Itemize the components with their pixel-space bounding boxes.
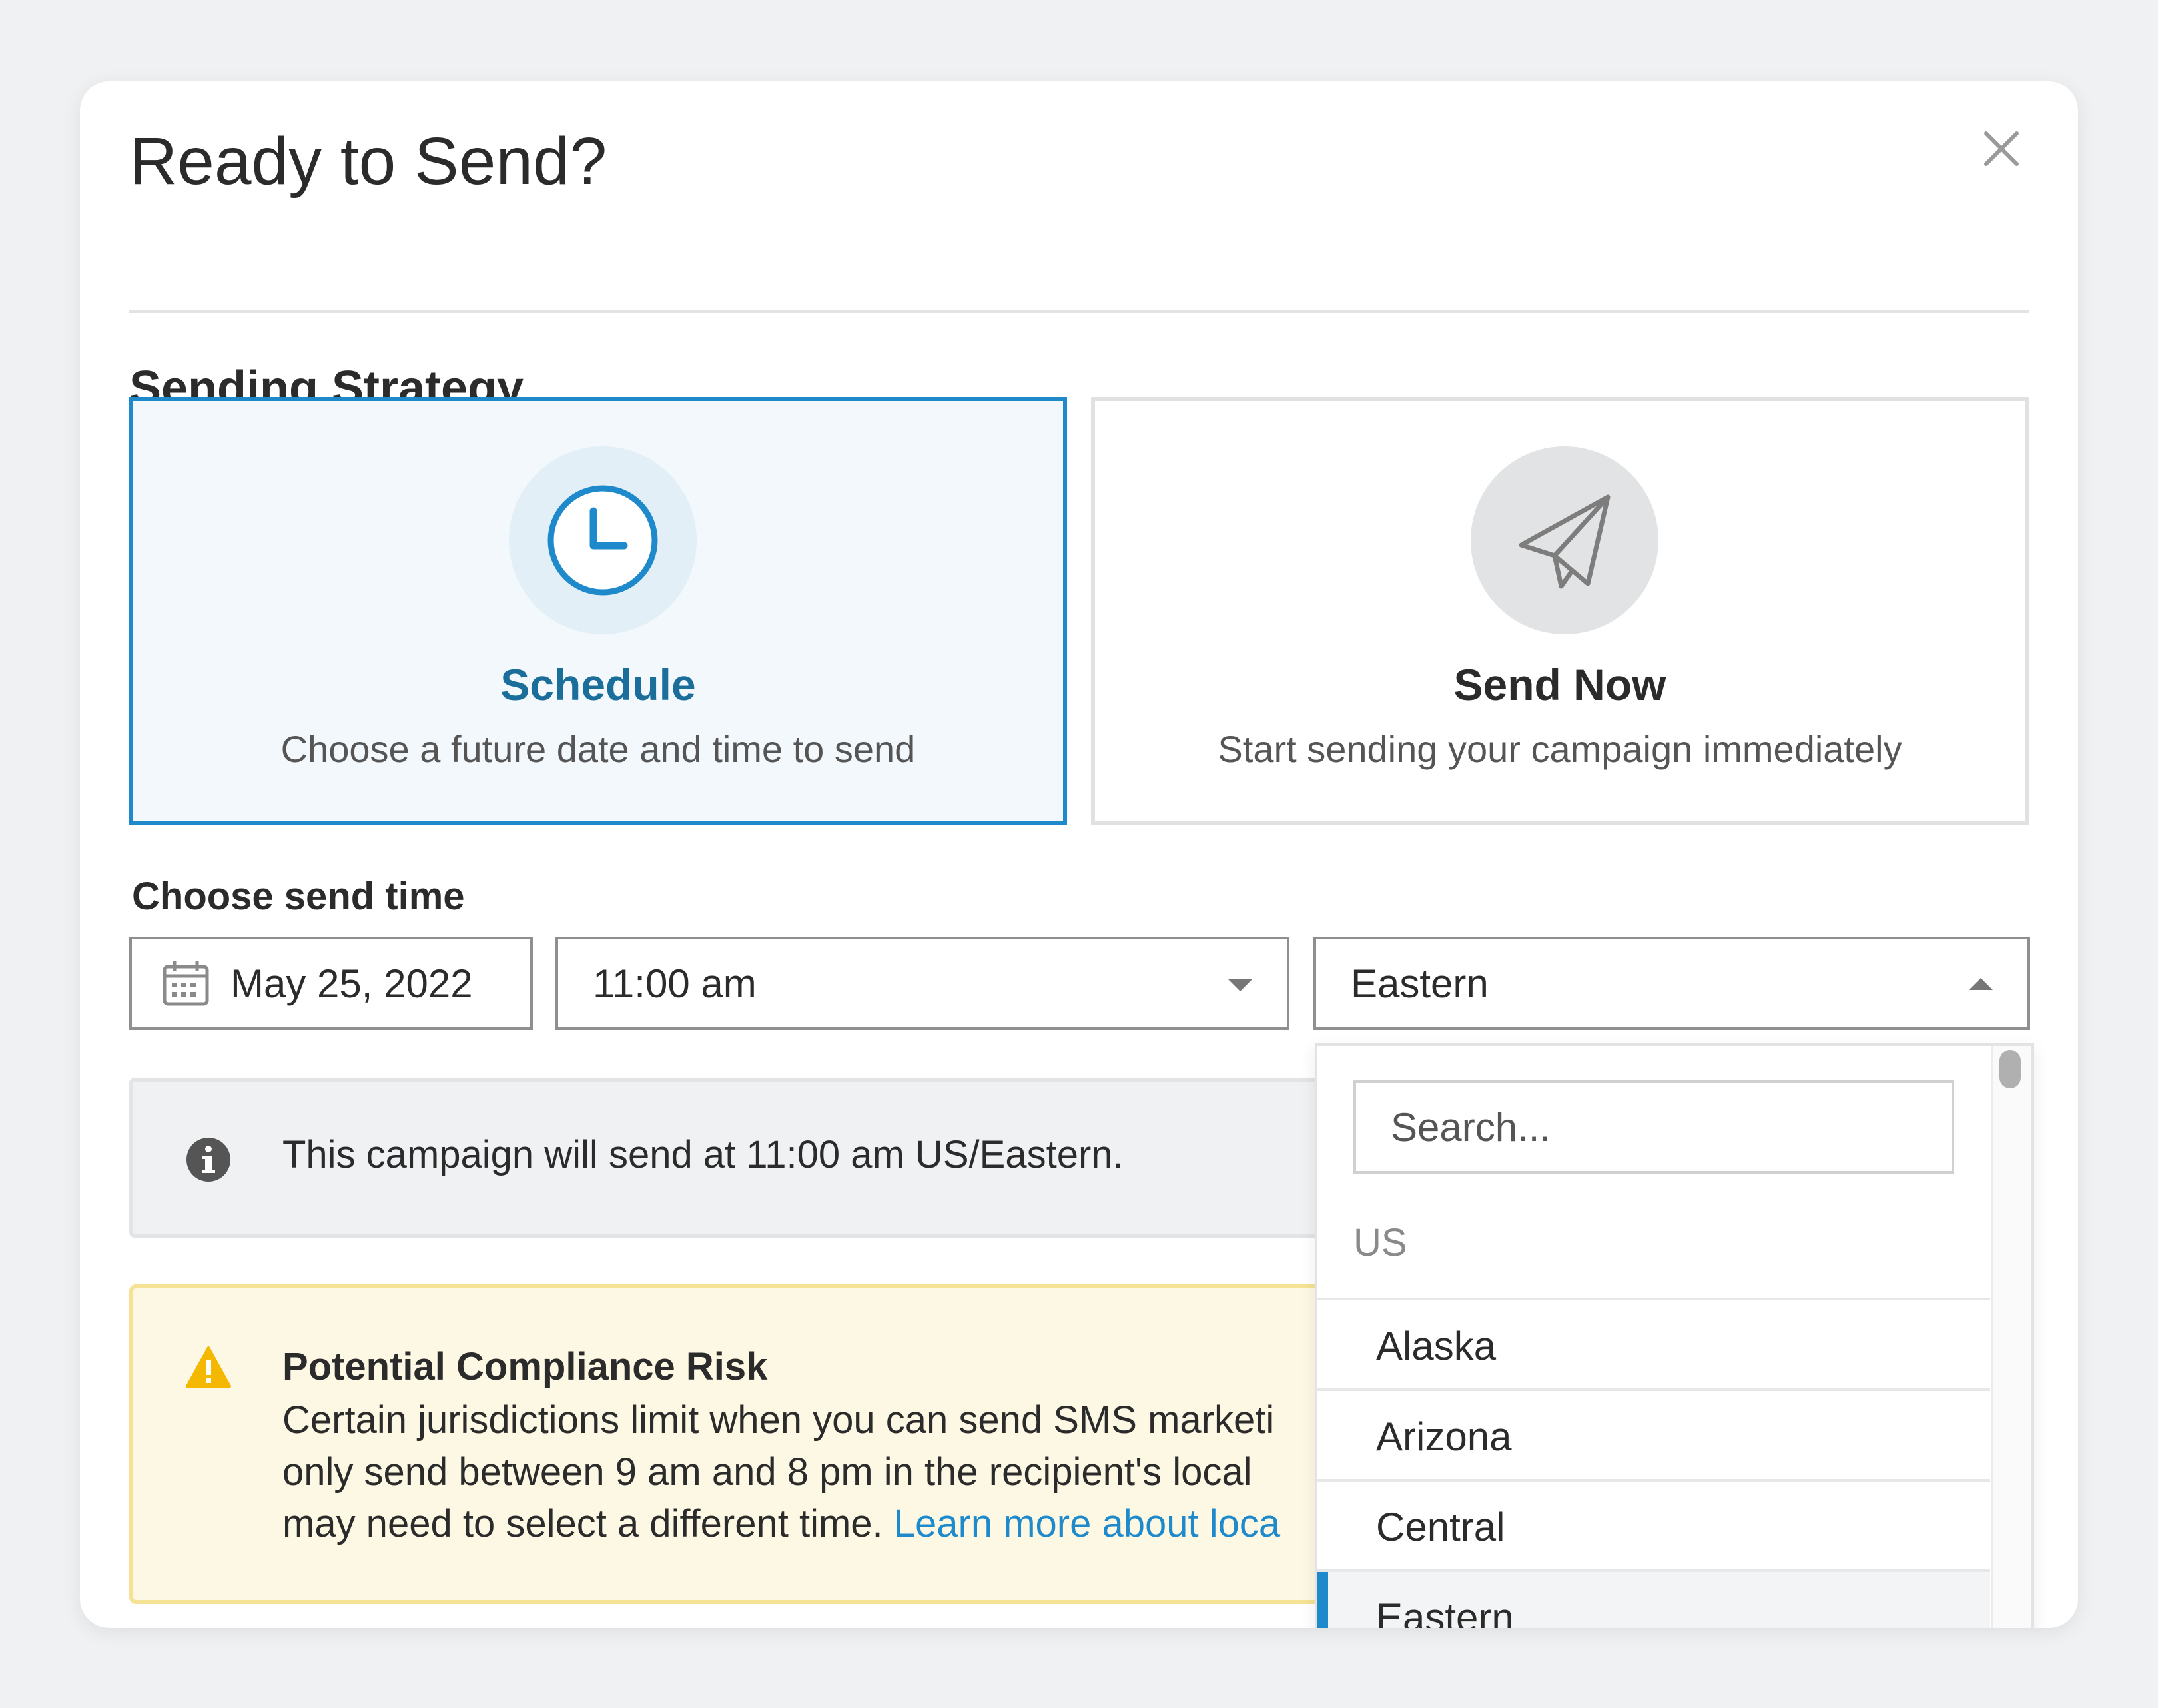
option-label: Central (1376, 1505, 1505, 1549)
timezone-option-arizona[interactable]: Arizona (1317, 1388, 1990, 1479)
option-label: Alaska (1376, 1324, 1497, 1368)
paper-plane-icon (1519, 494, 1611, 589)
timezone-option-eastern[interactable]: Eastern (1317, 1569, 1990, 1628)
timezone-search-input[interactable]: Search... (1353, 1080, 1954, 1174)
time-select[interactable]: 11:00 am (555, 937, 1289, 1030)
schedule-option-card[interactable]: Schedule Choose a future date and time t… (129, 397, 1067, 825)
schedule-option-description: Choose a future date and time to send (280, 728, 916, 770)
search-placeholder: Search... (1391, 1104, 1551, 1150)
send-now-option-description: Start sending your campaign immediately (1218, 728, 1902, 770)
header-divider (129, 310, 2029, 313)
info-banner: This campaign will send at 11:00 am US/E… (129, 1078, 1461, 1238)
date-picker-field[interactable]: May 25, 2022 (129, 937, 533, 1030)
warning-text-line: Certain jurisdictions limit when you can… (282, 1398, 1275, 1442)
compliance-warning-banner: Potential Compliance Risk Certain jurisd… (129, 1284, 1461, 1604)
modal-title: Ready to Send? (129, 124, 607, 199)
warning-text-line: may need to select a different time. Lea… (282, 1501, 1280, 1546)
timezone-dropdown-menu: Search... US Alaska Arizona Central East… (1315, 1043, 2034, 1628)
dropdown-scrollbar[interactable] (1991, 1046, 2031, 1628)
timezone-select[interactable]: Eastern (1313, 937, 2030, 1030)
info-text: This campaign will send at 11:00 am US/E… (282, 1133, 1124, 1176)
option-label: Eastern (1376, 1595, 1514, 1628)
scrollbar-thumb[interactable] (1999, 1050, 2021, 1088)
warning-title: Potential Compliance Risk (282, 1345, 768, 1388)
chevron-up-icon (1969, 978, 1993, 990)
send-time-label: Choose send time (132, 875, 465, 918)
schedule-icon-circle (509, 446, 697, 634)
timezone-value: Eastern (1351, 961, 1489, 1006)
warning-text-line: only send between 9 am and 8 pm in the r… (282, 1450, 1252, 1494)
close-icon[interactable] (1978, 125, 2025, 172)
date-value: May 25, 2022 (230, 961, 473, 1006)
warning-text-prefix: may need to select a different time. (282, 1502, 883, 1545)
option-label: Arizona (1376, 1414, 1512, 1459)
send-now-icon-circle (1471, 446, 1658, 634)
timezone-option-alaska[interactable]: Alaska (1317, 1298, 1990, 1388)
dropdown-group-label: US (1353, 1221, 1407, 1264)
warning-icon (186, 1346, 231, 1388)
clock-icon (547, 485, 658, 596)
timezone-option-central[interactable]: Central (1317, 1479, 1990, 1569)
chevron-down-icon (1228, 979, 1252, 991)
calendar-icon (163, 961, 209, 1006)
schedule-option-title: Schedule (500, 660, 696, 709)
time-value: 11:00 am (593, 961, 757, 1006)
send-now-option-card[interactable]: Send Now Start sending your campaign imm… (1091, 397, 2029, 825)
learn-more-link[interactable]: Learn more about loca (894, 1502, 1280, 1545)
send-now-option-title: Send Now (1453, 660, 1666, 709)
send-modal: Ready to Send? Sending Strategy Schedule… (80, 81, 2078, 1628)
info-icon (186, 1138, 230, 1182)
